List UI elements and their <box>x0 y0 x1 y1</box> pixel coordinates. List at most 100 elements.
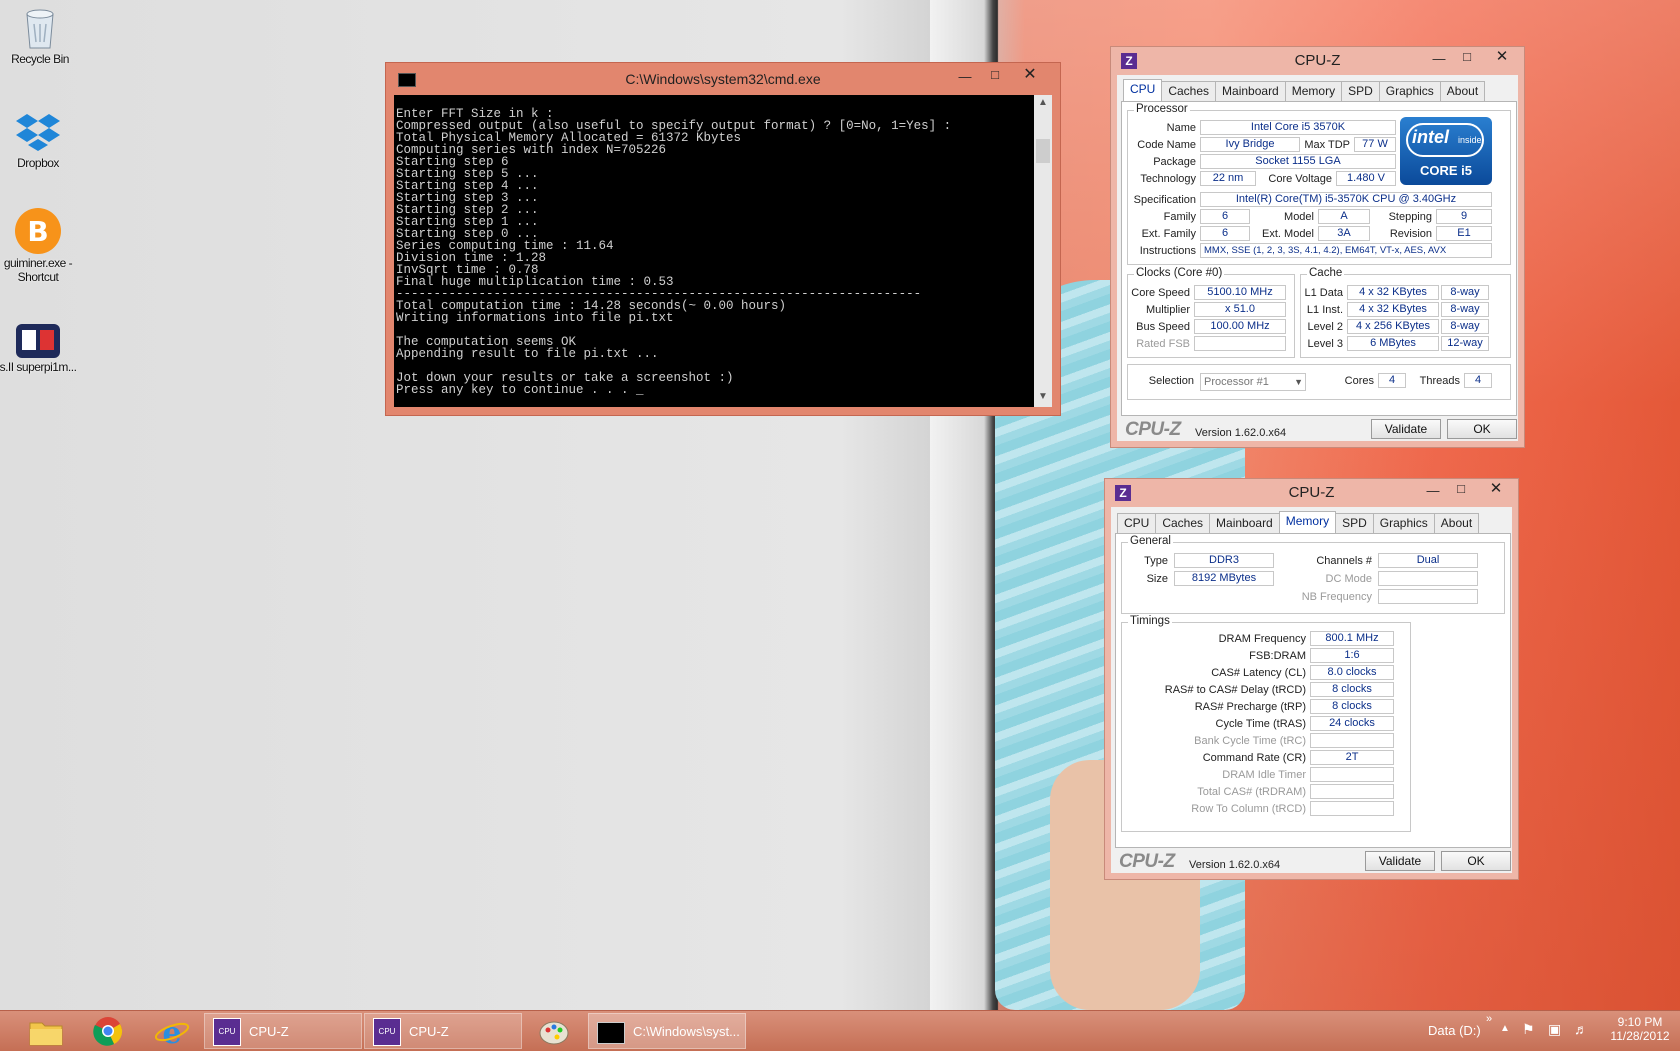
tab-mainboard[interactable]: Mainboard <box>1209 513 1280 533</box>
tab-spd[interactable]: SPD <box>1341 81 1380 101</box>
tab-cpu[interactable]: CPU <box>1117 513 1157 533</box>
label: Name <box>1166 122 1196 134</box>
console-output[interactable]: Enter FFT Size in k : Compressed output (… <box>394 95 1034 407</box>
taskbar-app-cpuz-1[interactable]: CPU CPU-Z <box>204 1013 362 1049</box>
tab-memory[interactable]: Memory <box>1278 511 1337 533</box>
validate-button[interactable]: Validate <box>1371 419 1441 439</box>
timing-value <box>1310 733 1394 748</box>
label: NB Frequency <box>1301 591 1372 603</box>
desktop-icon-label: s.II superpi1m... <box>0 360 77 374</box>
desktop-icon-label: Dropbox <box>17 156 59 170</box>
chrome-icon[interactable] <box>88 1013 128 1049</box>
timing-label: Command Rate (CR) <box>1202 752 1306 764</box>
l1-data-way: 8-way <box>1441 285 1489 300</box>
file-explorer-icon[interactable] <box>26 1013 66 1049</box>
label: Threads <box>1419 375 1460 387</box>
ok-button[interactable]: OK <box>1441 851 1511 871</box>
paint-icon[interactable] <box>534 1013 574 1049</box>
memory-size-value: 8192 MBytes <box>1174 571 1274 586</box>
close-button[interactable]: ✕ <box>1485 47 1519 67</box>
superpi-icon <box>16 324 60 358</box>
timing-label: RAS# to CAS# Delay (tRCD) <box>1164 684 1306 696</box>
rated-fsb-value <box>1194 336 1286 351</box>
minimize-button[interactable]: — <box>951 67 979 87</box>
vertical-scrollbar[interactable]: ▲ ▼ <box>1034 95 1052 407</box>
close-button[interactable]: ✕ <box>1016 65 1044 85</box>
label: Multiplier <box>1145 304 1190 316</box>
tab-about[interactable]: About <box>1439 81 1486 101</box>
tab-caches[interactable]: Caches <box>1161 81 1217 101</box>
validate-button[interactable]: Validate <box>1365 851 1435 871</box>
minimize-button[interactable]: — <box>1419 481 1447 501</box>
console-line: Press any key to continue . . . _ <box>396 383 644 397</box>
label: Cores <box>1344 375 1374 387</box>
taskbar-app-label: CPU-Z <box>249 1024 289 1039</box>
ok-button[interactable]: OK <box>1447 419 1517 439</box>
ext-model-value: 3A <box>1318 226 1370 241</box>
version-label: Version 1.62.0.x64 <box>1189 859 1281 871</box>
action-center-flag-icon[interactable]: ⚑ <box>1522 1021 1535 1038</box>
network-icon[interactable]: ▣ <box>1548 1021 1561 1038</box>
cpuz-cpu-window[interactable]: Z CPU-Z — □ ✕ CPU Caches Mainboard Memor… <box>1110 46 1525 448</box>
l1-inst-way: 8-way <box>1441 302 1489 317</box>
cmd-window[interactable]: C:\Windows\system32\cmd.exe — □ ✕ Enter … <box>385 62 1061 416</box>
nb-frequency-value <box>1378 589 1478 604</box>
desktop: Recycle Bin Dropbox B guiminer.exe - Sho… <box>0 0 1680 1050</box>
tab-graphics[interactable]: Graphics <box>1378 81 1441 101</box>
label: Type <box>1144 555 1168 567</box>
desktop-icon-recycle-bin[interactable]: Recycle Bin <box>0 6 80 66</box>
core-speed-value: 5100.10 MHz <box>1194 285 1286 300</box>
cpu-tab-panel: Processor Name Intel Core i5 3570K Code … <box>1121 101 1517 416</box>
processor-select[interactable]: Processor #1 ▼ <box>1200 373 1306 391</box>
label: Revision <box>1389 228 1432 240</box>
timing-value <box>1310 801 1394 816</box>
label: Technology <box>1140 173 1196 185</box>
intel-core-text: CORE i5 <box>1419 163 1472 178</box>
stepping-value: 9 <box>1436 209 1492 224</box>
timing-value: 1:6 <box>1310 648 1394 663</box>
show-hidden-icons-icon[interactable]: ▲ <box>1500 1023 1510 1034</box>
level3-value: 6 MBytes <box>1347 336 1439 351</box>
desktop-icon-dropbox[interactable]: Dropbox <box>0 108 78 170</box>
tab-mainboard[interactable]: Mainboard <box>1215 81 1286 101</box>
tab-memory[interactable]: Memory <box>1284 81 1343 101</box>
timing-label: Row To Column (tRCD) <box>1191 803 1306 815</box>
tab-graphics[interactable]: Graphics <box>1372 513 1435 533</box>
level3-way: 12-way <box>1441 336 1489 351</box>
volume-icon[interactable]: ♬ <box>1574 1021 1588 1037</box>
scroll-down-icon[interactable]: ▼ <box>1038 391 1048 402</box>
tab-cpu[interactable]: CPU <box>1123 79 1163 101</box>
maximize-button[interactable]: □ <box>1453 47 1481 67</box>
tab-caches[interactable]: Caches <box>1155 513 1211 533</box>
tab-spd[interactable]: SPD <box>1335 513 1374 533</box>
desktop-icon-guiminer[interactable]: B guiminer.exe - Shortcut <box>0 208 78 284</box>
taskbar-app-cmd[interactable]: C:\Windows\syst... <box>588 1013 746 1049</box>
minimize-button[interactable]: — <box>1425 49 1453 69</box>
tab-bar: CPU Caches Mainboard Memory SPD Graphics… <box>1123 79 1486 101</box>
recycle-bin-icon <box>22 6 58 50</box>
label: Model <box>1284 211 1314 223</box>
maximize-button[interactable]: □ <box>981 65 1009 85</box>
tab-about[interactable]: About <box>1433 513 1480 533</box>
group-title: Timings <box>1128 615 1172 627</box>
clock[interactable]: 9:10 PM 11/28/2012 <box>1608 1015 1672 1043</box>
drive-toolbar-label[interactable]: Data (D:) <box>1428 1023 1481 1038</box>
taskbar-app-label: C:\Windows\syst... <box>633 1024 740 1039</box>
taskbar-app-cpuz-2[interactable]: CPU CPU-Z <box>364 1013 522 1049</box>
cpuz-memory-window[interactable]: Z CPU-Z — □ ✕ CPU Caches Mainboard Memor… <box>1104 478 1519 880</box>
timing-value <box>1310 767 1394 782</box>
timing-value: 2T <box>1310 750 1394 765</box>
group-title: Cache <box>1307 267 1345 279</box>
toolbar-chevron-icon[interactable]: » <box>1486 1013 1492 1025</box>
label: Size <box>1146 573 1168 585</box>
maximize-button[interactable]: □ <box>1447 479 1475 499</box>
channels-value: Dual <box>1378 553 1478 568</box>
cache-group: Cache L1 Data 4 x 32 KBytes 8-way L1 Ins… <box>1300 267 1511 358</box>
internet-explorer-icon[interactable]: e <box>152 1013 192 1051</box>
level2-way: 8-way <box>1441 319 1489 334</box>
scroll-thumb[interactable] <box>1036 139 1050 163</box>
desktop-icon-superpi[interactable]: s.II superpi1m... <box>0 324 78 374</box>
label: Bus Speed <box>1136 321 1190 333</box>
scroll-up-icon[interactable]: ▲ <box>1038 97 1048 108</box>
close-button[interactable]: ✕ <box>1479 479 1513 499</box>
